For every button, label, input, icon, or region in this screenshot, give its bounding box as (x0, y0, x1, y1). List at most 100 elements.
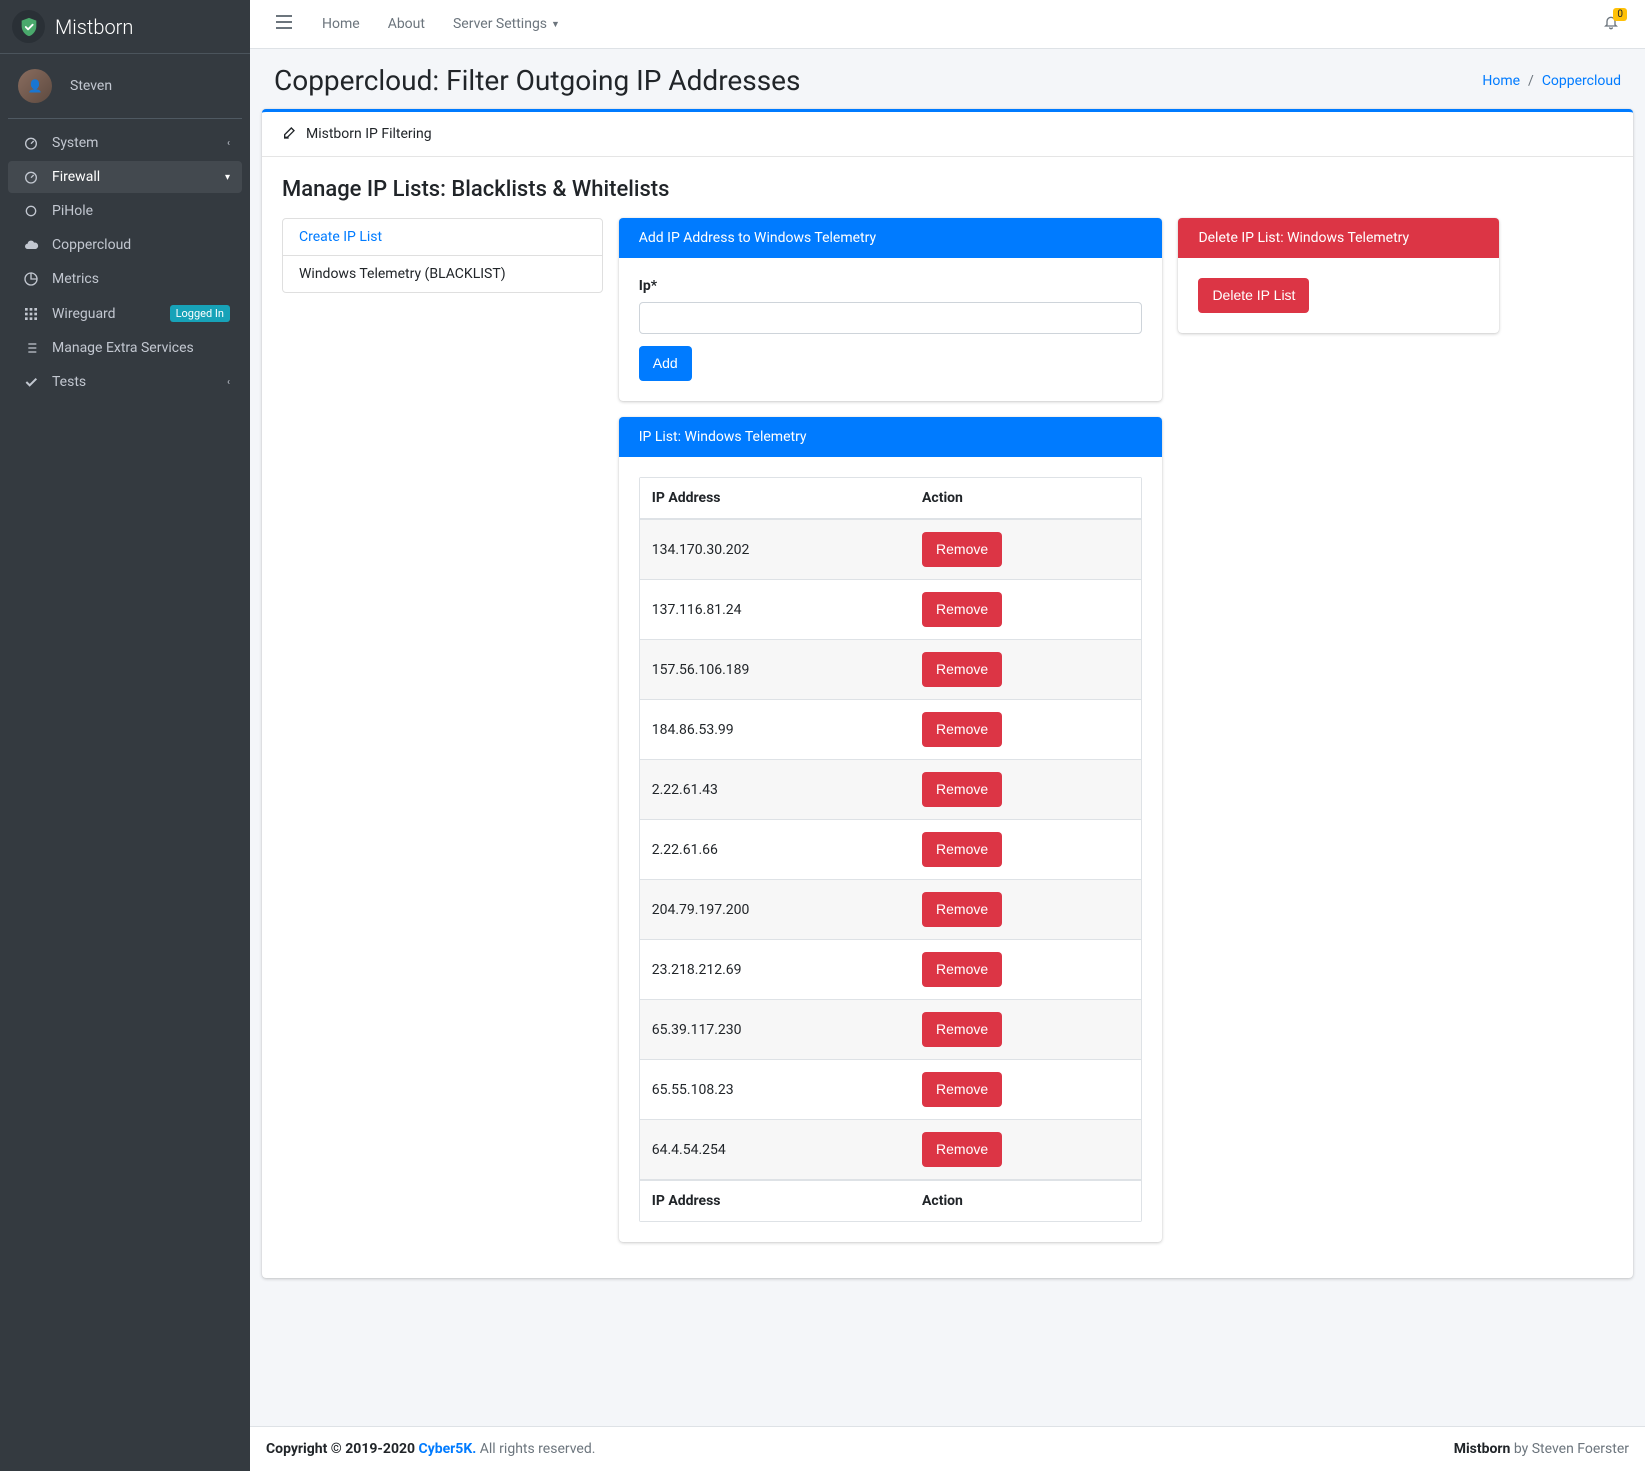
cloud-icon (20, 237, 42, 253)
sidebar-item-label: Tests (52, 374, 86, 390)
footer-company-link[interactable]: Cyber5K. (419, 1441, 477, 1457)
main-card: Mistborn IP Filtering Manage IP Lists: B… (262, 109, 1633, 1278)
action-cell: Remove (910, 1000, 1141, 1060)
hamburger-icon[interactable] (266, 9, 302, 39)
remove-button[interactable]: Remove (922, 712, 1002, 747)
main-card-header: Mistborn IP Filtering (262, 112, 1633, 157)
table-row: 2.22.61.66Remove (640, 820, 1142, 880)
sidebar-item-coppercloud[interactable]: Coppercloud (8, 229, 242, 261)
sidebar-badge: Logged In (170, 305, 230, 322)
delete-list-card: Delete IP List: Windows Telemetry Delete… (1178, 218, 1499, 333)
list-icon (20, 340, 42, 356)
footer: Copyright © 2019-2020 Cyber5K. All right… (250, 1426, 1645, 1471)
sidebar-item-label: Coppercloud (52, 237, 131, 253)
remove-button[interactable]: Remove (922, 1072, 1002, 1107)
sidebar-item-system[interactable]: System‹ (8, 127, 242, 159)
action-cell: Remove (910, 519, 1141, 580)
remove-button[interactable]: Remove (922, 952, 1002, 987)
col-ip: IP Address (640, 478, 910, 519)
sidebar-item-pihole[interactable]: PiHole (8, 195, 242, 227)
table-row: 64.4.54.254 Remove (640, 1120, 1142, 1181)
breadcrumb-link[interactable]: Coppercloud (1542, 73, 1621, 89)
footer-app: Mistborn (1454, 1441, 1511, 1457)
edit-icon (282, 124, 298, 144)
remove-button[interactable]: Remove (922, 1012, 1002, 1047)
topnav-link-label: Server Settings (453, 16, 547, 32)
ip-list-card-header: IP List: Windows Telemetry (619, 417, 1163, 457)
ip-cell: 64.4.54.254 (640, 1120, 910, 1181)
topnav-links: Home About Server Settings ▼ (310, 8, 572, 40)
sidebar-item-tests[interactable]: Tests‹ (8, 366, 242, 398)
remove-button[interactable]: Remove (922, 832, 1002, 867)
ip-list-nav: Create IP ListWindows Telemetry (BLACKLI… (282, 218, 603, 293)
topnav-link-server-settings[interactable]: Server Settings ▼ (441, 8, 572, 40)
ip-cell: 134.170.30.202 (640, 519, 910, 580)
ip-cell: 157.56.106.189 (640, 640, 910, 700)
main-card-title: Mistborn IP Filtering (306, 126, 432, 142)
ip-cell: 204.79.197.200 (640, 880, 910, 940)
user-panel[interactable]: 👤 Steven (8, 54, 242, 119)
list-nav-item[interactable]: Create IP List (283, 219, 602, 256)
remove-button[interactable]: Remove (922, 532, 1002, 567)
action-cell: Remove (910, 1060, 1141, 1120)
sidebar-item-metrics[interactable]: Metrics (8, 263, 242, 295)
sidebar-item-manage-extra-services[interactable]: Manage Extra Services (8, 332, 242, 364)
action-cell: Remove (910, 640, 1141, 700)
table-row: 65.55.108.23 Remove (640, 1060, 1142, 1120)
add-ip-card-header: Add IP Address to Windows Telemetry (619, 218, 1163, 258)
table-row: 65.39.117.230Remove (640, 1000, 1142, 1060)
remove-button[interactable]: Remove (922, 772, 1002, 807)
action-cell: Remove (910, 880, 1141, 940)
footer-by: by Steven Foerster (1510, 1441, 1629, 1457)
sidebar-item-label: Manage Extra Services (52, 340, 194, 356)
remove-button[interactable]: Remove (922, 1132, 1002, 1167)
shield-check-icon (12, 10, 45, 43)
add-button[interactable]: Add (639, 346, 692, 381)
content-header: Coppercloud: Filter Outgoing IP Addresse… (250, 49, 1645, 109)
avatar: 👤 (18, 69, 52, 103)
remove-button[interactable]: Remove (922, 652, 1002, 687)
topnav-link-about[interactable]: About (376, 8, 437, 40)
table-row: 134.170.30.202 Remove (640, 519, 1142, 580)
action-cell: Remove (910, 700, 1141, 760)
action-cell: Remove (910, 1120, 1141, 1181)
delete-list-button[interactable]: Delete IP List (1198, 278, 1309, 313)
list-nav-item[interactable]: Windows Telemetry (BLACKLIST) (283, 256, 602, 292)
topnav-link-label: About (388, 16, 425, 32)
table-row: 204.79.197.200 Remove (640, 880, 1142, 940)
sidebar-item-label: Firewall (52, 169, 100, 185)
topnav-link-home[interactable]: Home (310, 8, 372, 40)
col-action: Action (910, 478, 1141, 519)
sidebar-item-label: System (52, 135, 98, 151)
action-cell: Remove (910, 940, 1141, 1000)
table-row: 23.218.212.69Remove (640, 940, 1142, 1000)
brand[interactable]: Mistborn (0, 0, 250, 54)
col-action-footer: Action (910, 1180, 1141, 1221)
ip-input[interactable] (639, 302, 1143, 334)
ip-table: IP Address Action 134.170.30.202Remove13… (640, 478, 1142, 1221)
sidebar-item-label: Metrics (52, 271, 99, 287)
action-cell: Remove (910, 760, 1141, 820)
ip-list-card: IP List: Windows Telemetry IP Address Ac… (619, 417, 1163, 1242)
notifications-button[interactable]: 0 (1593, 8, 1629, 40)
remove-button[interactable]: Remove (922, 892, 1002, 927)
breadcrumb-item: Coppercloud (1520, 73, 1621, 89)
sidebar-nav: System‹Firewall▾PiHole Coppercloud Metrics… (0, 119, 250, 408)
action-cell: Remove (910, 580, 1141, 640)
check-icon (20, 374, 42, 390)
table-row: 137.116.81.24 Remove (640, 580, 1142, 640)
ip-cell: 137.116.81.24 (640, 580, 910, 640)
table-row: 157.56.106.189 Remove (640, 640, 1142, 700)
section-title: Manage IP Lists: Blacklists & Whitelists (282, 177, 1613, 202)
delete-list-card-header: Delete IP List: Windows Telemetry (1178, 218, 1499, 258)
caret-down-icon: ▼ (551, 19, 560, 30)
ip-cell: 65.55.108.23 (640, 1060, 910, 1120)
notifications-badge: 0 (1613, 8, 1627, 21)
topnav-link-label: Home (322, 16, 360, 32)
breadcrumb: Home Coppercloud (1482, 73, 1621, 89)
breadcrumb-link[interactable]: Home (1482, 73, 1520, 89)
remove-button[interactable]: Remove (922, 592, 1002, 627)
sidebar-item-wireguard[interactable]: WireguardLogged In (8, 297, 242, 330)
main: Home About Server Settings ▼ 0 Coppercloud:… (250, 0, 1645, 1471)
sidebar-item-firewall[interactable]: Firewall▾ (8, 161, 242, 193)
